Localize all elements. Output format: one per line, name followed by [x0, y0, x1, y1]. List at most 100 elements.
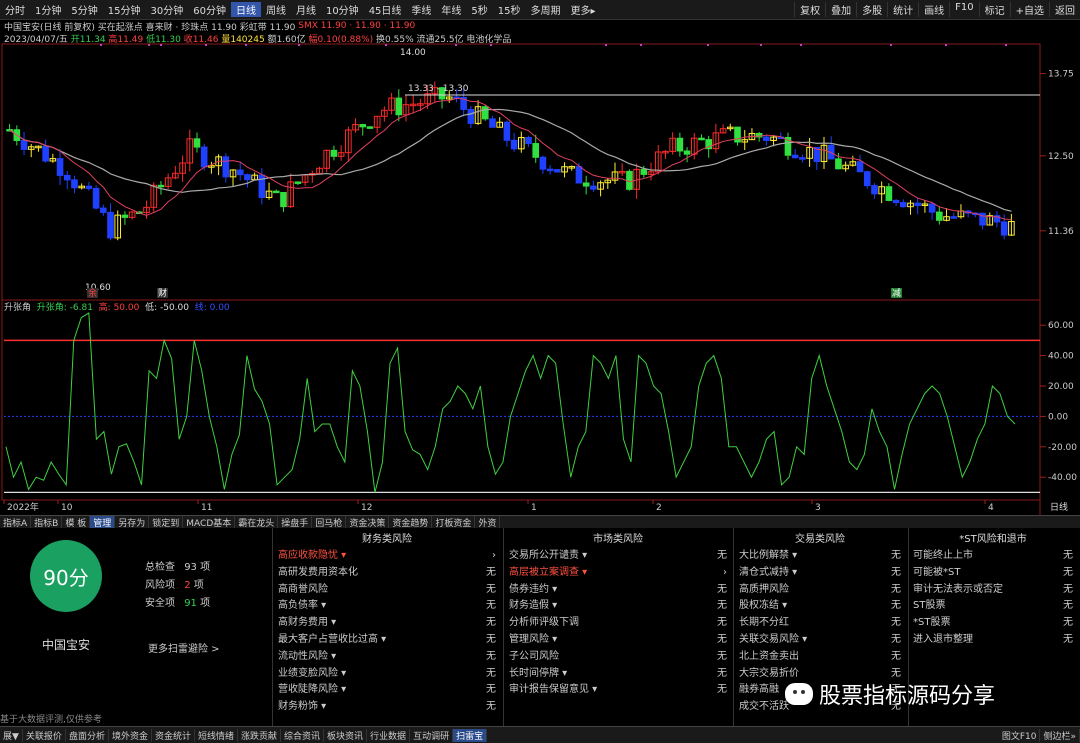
- risk-result: 无: [717, 684, 727, 696]
- indicator-value: 升张角: -6.81: [36, 303, 93, 313]
- risk-result: 无: [717, 550, 727, 561]
- candle-body: [676, 137, 684, 152]
- risk-row[interactable]: 大比例解禁 ▾ 无: [739, 548, 901, 565]
- risk-name: 管理风险 ▾: [509, 633, 558, 645]
- bottom-tab[interactable]: 板块资讯: [324, 728, 368, 742]
- risk-result: 无: [717, 633, 727, 645]
- bottom-right-button[interactable]: 侧边栏»: [1040, 728, 1080, 742]
- candle-body: [575, 166, 583, 184]
- risk-row[interactable]: 关联交易风险 ▾ 无: [739, 632, 901, 649]
- risk-row[interactable]: 审计报告保留意见 ▾ 无: [509, 682, 727, 699]
- signal-dot: [760, 44, 762, 46]
- candle-body: [359, 124, 367, 128]
- risk-name: 流动性风险 ▾: [278, 650, 337, 662]
- risk-row[interactable]: 财务粉饰 ▾ 无: [278, 699, 496, 716]
- indicator-tab[interactable]: 外资: [475, 515, 501, 529]
- risk-row[interactable]: 审计无法表示或否定 无: [913, 582, 1073, 599]
- more-scan-link[interactable]: 更多扫雷避险 >: [148, 640, 220, 655]
- indicator-tab[interactable]: 打板资金: [432, 515, 476, 529]
- bottom-tab[interactable]: 涨跌贡献: [238, 728, 282, 742]
- risk-row[interactable]: 可能终止上市 无: [913, 548, 1073, 565]
- risk-row[interactable]: 高质押风险 无: [739, 582, 901, 599]
- candle-body: [92, 187, 100, 209]
- bottom-tab[interactable]: 短线情绪: [195, 728, 238, 742]
- indicator-tab[interactable]: 回马枪: [312, 515, 347, 529]
- risk-row[interactable]: 长期不分红 无: [739, 615, 901, 632]
- bottom-tab[interactable]: 关联报价: [23, 728, 66, 742]
- indicator-tab[interactable]: 另存为: [115, 515, 150, 529]
- bottom-tab[interactable]: 境外资金: [109, 728, 152, 742]
- risk-row[interactable]: 营收陡降风险 ▾ 无: [278, 682, 496, 699]
- risk-row[interactable]: 北上资金卖出 无: [739, 649, 901, 666]
- risk-row[interactable]: 交易所公开谴责 ▾ 无: [509, 548, 727, 565]
- date-axis-label: 2: [656, 503, 662, 513]
- risk-row[interactable]: 可能被*ST 无: [913, 565, 1073, 582]
- risk-row[interactable]: 高商誉风险 无: [278, 582, 496, 599]
- indicator-tab[interactable]: 模 板: [62, 515, 91, 529]
- indicator-low: 低: -50.00: [145, 303, 189, 313]
- bottom-right-button[interactable]: 图文F10: [999, 728, 1041, 742]
- high-price-label: 14.00: [400, 48, 426, 58]
- stat-safe: 安全项 91 项: [145, 594, 210, 609]
- risk-row[interactable]: 股权冻结 ▾ 无: [739, 598, 901, 615]
- bottom-tab[interactable]: 扫雷宝: [453, 728, 488, 742]
- risk-row[interactable]: *ST股票 无: [913, 615, 1073, 632]
- indicator-tab[interactable]: 资金趋势: [389, 515, 433, 529]
- price-axis-label: 12.50: [1048, 152, 1074, 162]
- risk-result: 无: [1063, 550, 1073, 561]
- indicator-tab[interactable]: 指标B: [31, 515, 63, 529]
- indicator-tab[interactable]: 霸在龙头: [235, 515, 279, 529]
- bottom-tab[interactable]: 资金统计: [152, 728, 195, 742]
- risk-row[interactable]: 进入退市整理 无: [913, 632, 1073, 649]
- stat-total-label: 总检查: [145, 562, 175, 573]
- candle-body: [928, 203, 936, 213]
- risk-row[interactable]: 分析师评级下调 无: [509, 615, 727, 632]
- risk-result: 无: [891, 550, 901, 561]
- risk-row[interactable]: 管理风险 ▾ 无: [509, 632, 727, 649]
- risk-row[interactable]: 清仓式减持 ▾ 无: [739, 565, 901, 582]
- risk-result: 无: [486, 701, 496, 713]
- indicator-tab[interactable]: 锁定到: [149, 515, 184, 529]
- bottom-tab[interactable]: 展▼: [0, 728, 23, 742]
- risk-row[interactable]: 业绩变脸风险 ▾ 无: [278, 666, 496, 683]
- risk-row[interactable]: 最大客户占营收比过高 ▾ 无: [278, 632, 496, 649]
- risk-row[interactable]: 高负债率 ▾ 无: [278, 598, 496, 615]
- indicator-mid: 线: 0.00: [194, 303, 230, 313]
- risk-row[interactable]: 高财务费用 ▾ 无: [278, 615, 496, 632]
- risk-row[interactable]: 高层被立案调查 ▾ ›: [509, 565, 727, 582]
- risk-name: 业绩变脸风险 ▾: [278, 667, 347, 679]
- risk-col-1: 市场类风险 交易所公开谴责 ▾ 无高层被立案调查 ▾ › 债券违约 ▾ 无财务造假 ▾ 无分…: [509, 530, 727, 699]
- bottom-tab[interactable]: 盘面分析: [66, 728, 109, 742]
- risk-result: 无: [717, 600, 727, 612]
- bottom-tab[interactable]: 综合资讯: [281, 728, 325, 742]
- indicator-tab[interactable]: MACD基本: [183, 515, 236, 529]
- risk-name: 高应收款隐忧 ▾: [278, 550, 347, 561]
- bottom-tab[interactable]: 互动调研: [410, 728, 454, 742]
- risk-name: 高商誉风险: [278, 583, 328, 595]
- risk-row[interactable]: 财务造假 ▾ 无: [509, 598, 727, 615]
- risk-row[interactable]: 子公司风险 无: [509, 649, 727, 666]
- stat-risk: 风险项 2 项: [145, 576, 204, 591]
- watermark: 股票指标源码分享: [785, 678, 995, 710]
- candle-body: [936, 211, 943, 221]
- risk-row[interactable]: 高应收款隐忧 ▾ ›: [278, 548, 496, 565]
- risk-row[interactable]: 高研发费用资本化 无: [278, 565, 496, 582]
- risk-result: 无: [1063, 566, 1073, 578]
- indicator-tab[interactable]: 操盘手: [278, 515, 313, 529]
- bottom-tab[interactable]: 行业数据: [367, 728, 411, 742]
- candle-body: [698, 137, 705, 141]
- stat-safe-label: 安全项: [145, 598, 175, 609]
- risk-row[interactable]: 流动性风险 ▾ 无: [278, 649, 496, 666]
- candle-body: [791, 154, 799, 159]
- candle-body: [85, 185, 93, 189]
- kline-chart[interactable]: 13.7512.5011.3613.33 - 13.3014.0010.60余财…: [0, 0, 1080, 515]
- risk-row[interactable]: ST股票 无: [913, 598, 1073, 615]
- indicator-tab[interactable]: 资金决策: [346, 515, 390, 529]
- stat-risk-label: 风险项: [145, 580, 175, 591]
- risk-row[interactable]: 债券违约 ▾ 无: [509, 582, 727, 599]
- indicator-tab[interactable]: 指标A: [0, 515, 32, 529]
- indicator-tab[interactable]: 管理: [90, 515, 116, 529]
- risk-result: 无: [891, 650, 901, 662]
- risk-row[interactable]: 长时间停牌 ▾ 无: [509, 666, 727, 683]
- risk-result: 无: [891, 566, 901, 578]
